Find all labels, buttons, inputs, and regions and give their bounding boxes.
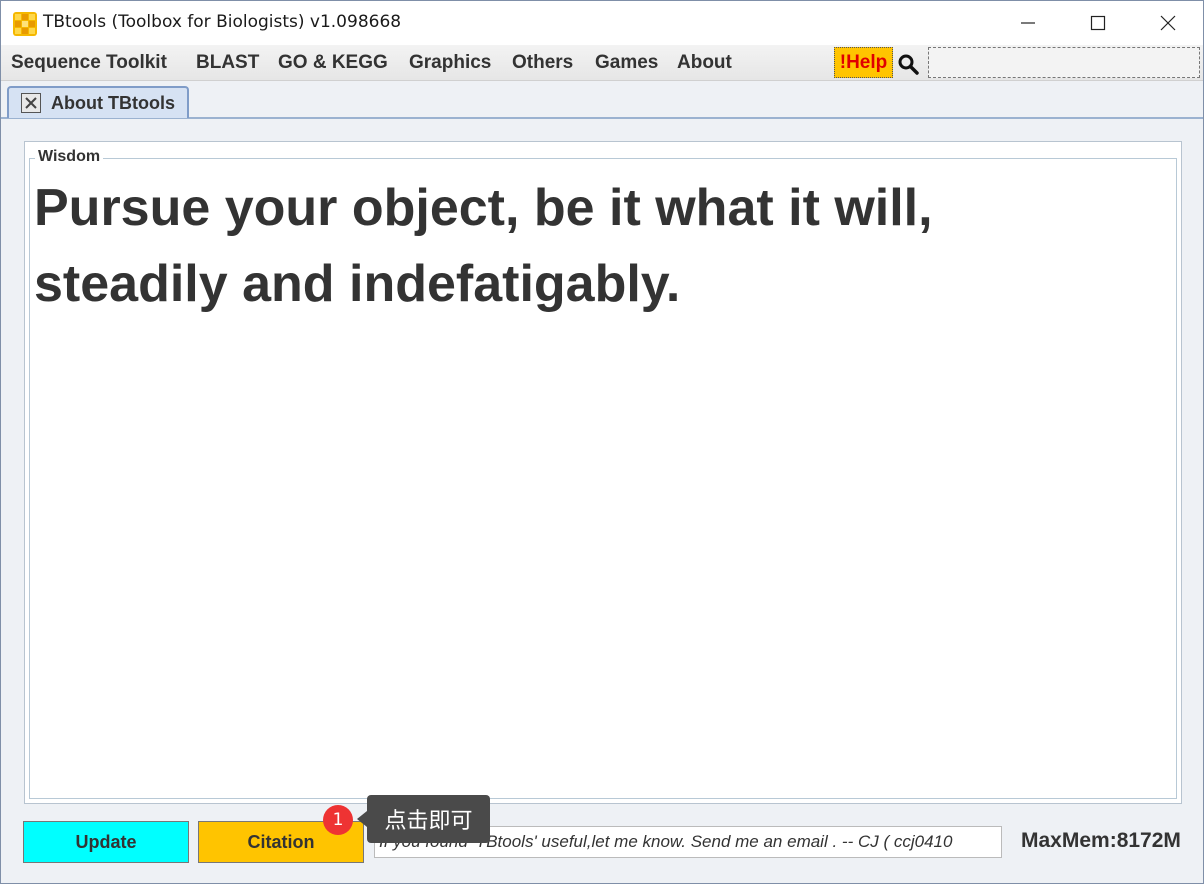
search-icon[interactable]: [897, 53, 919, 75]
quote-line-2: steadily and indefatigably.: [34, 255, 681, 313]
menu-graphics[interactable]: Graphics: [409, 52, 491, 74]
tab-label: About TBtools: [51, 92, 175, 113]
tab-about-tbtools[interactable]: About TBtools: [7, 86, 189, 118]
hint-tooltip: 点击即可: [367, 795, 490, 843]
tab-strip: About TBtools: [1, 81, 1203, 119]
wisdom-panel: Wisdom Pursue your object, be it what it…: [24, 141, 1182, 804]
tab-close-button[interactable]: [21, 93, 41, 113]
search-input[interactable]: [928, 47, 1200, 78]
menu-sequence-toolkit[interactable]: Sequence Toolkit: [11, 52, 167, 74]
minimize-icon: [1021, 22, 1035, 24]
menu-about[interactable]: About: [677, 52, 732, 74]
wisdom-quote: Pursue your object, be it what it will, …: [34, 170, 1154, 322]
tooltip-arrow: [357, 811, 367, 827]
menu-games[interactable]: Games: [595, 52, 658, 74]
app-logo-icon: [13, 12, 37, 36]
quote-line-1: Pursue your object, be it what it will,: [34, 179, 933, 237]
title-bar: TBtools (Toolbox for Biologists) v1.0986…: [1, 1, 1203, 45]
app-window: TBtools (Toolbox for Biologists) v1.0986…: [0, 0, 1204, 884]
close-icon: [1160, 15, 1176, 31]
help-button[interactable]: !Help: [834, 47, 893, 78]
step-badge: 1: [323, 805, 353, 835]
minimize-button[interactable]: [993, 1, 1063, 45]
menu-others[interactable]: Others: [512, 52, 573, 74]
menu-bar: Sequence Toolkit BLAST GO & KEGG Graphic…: [1, 45, 1203, 81]
menu-blast[interactable]: BLAST: [196, 52, 259, 74]
maximize-button[interactable]: [1063, 1, 1133, 45]
close-icon: [25, 97, 37, 109]
tab-content: Wisdom Pursue your object, be it what it…: [3, 120, 1201, 882]
wisdom-legend: Wisdom: [35, 148, 104, 166]
maximize-icon: [1090, 15, 1106, 31]
max-memory-label: MaxMem:8172M: [1021, 829, 1181, 852]
update-button[interactable]: Update: [23, 821, 189, 863]
close-window-button[interactable]: [1133, 1, 1203, 45]
window-title: TBtools (Toolbox for Biologists) v1.0986…: [43, 12, 402, 32]
menu-go-kegg[interactable]: GO & KEGG: [278, 52, 388, 74]
